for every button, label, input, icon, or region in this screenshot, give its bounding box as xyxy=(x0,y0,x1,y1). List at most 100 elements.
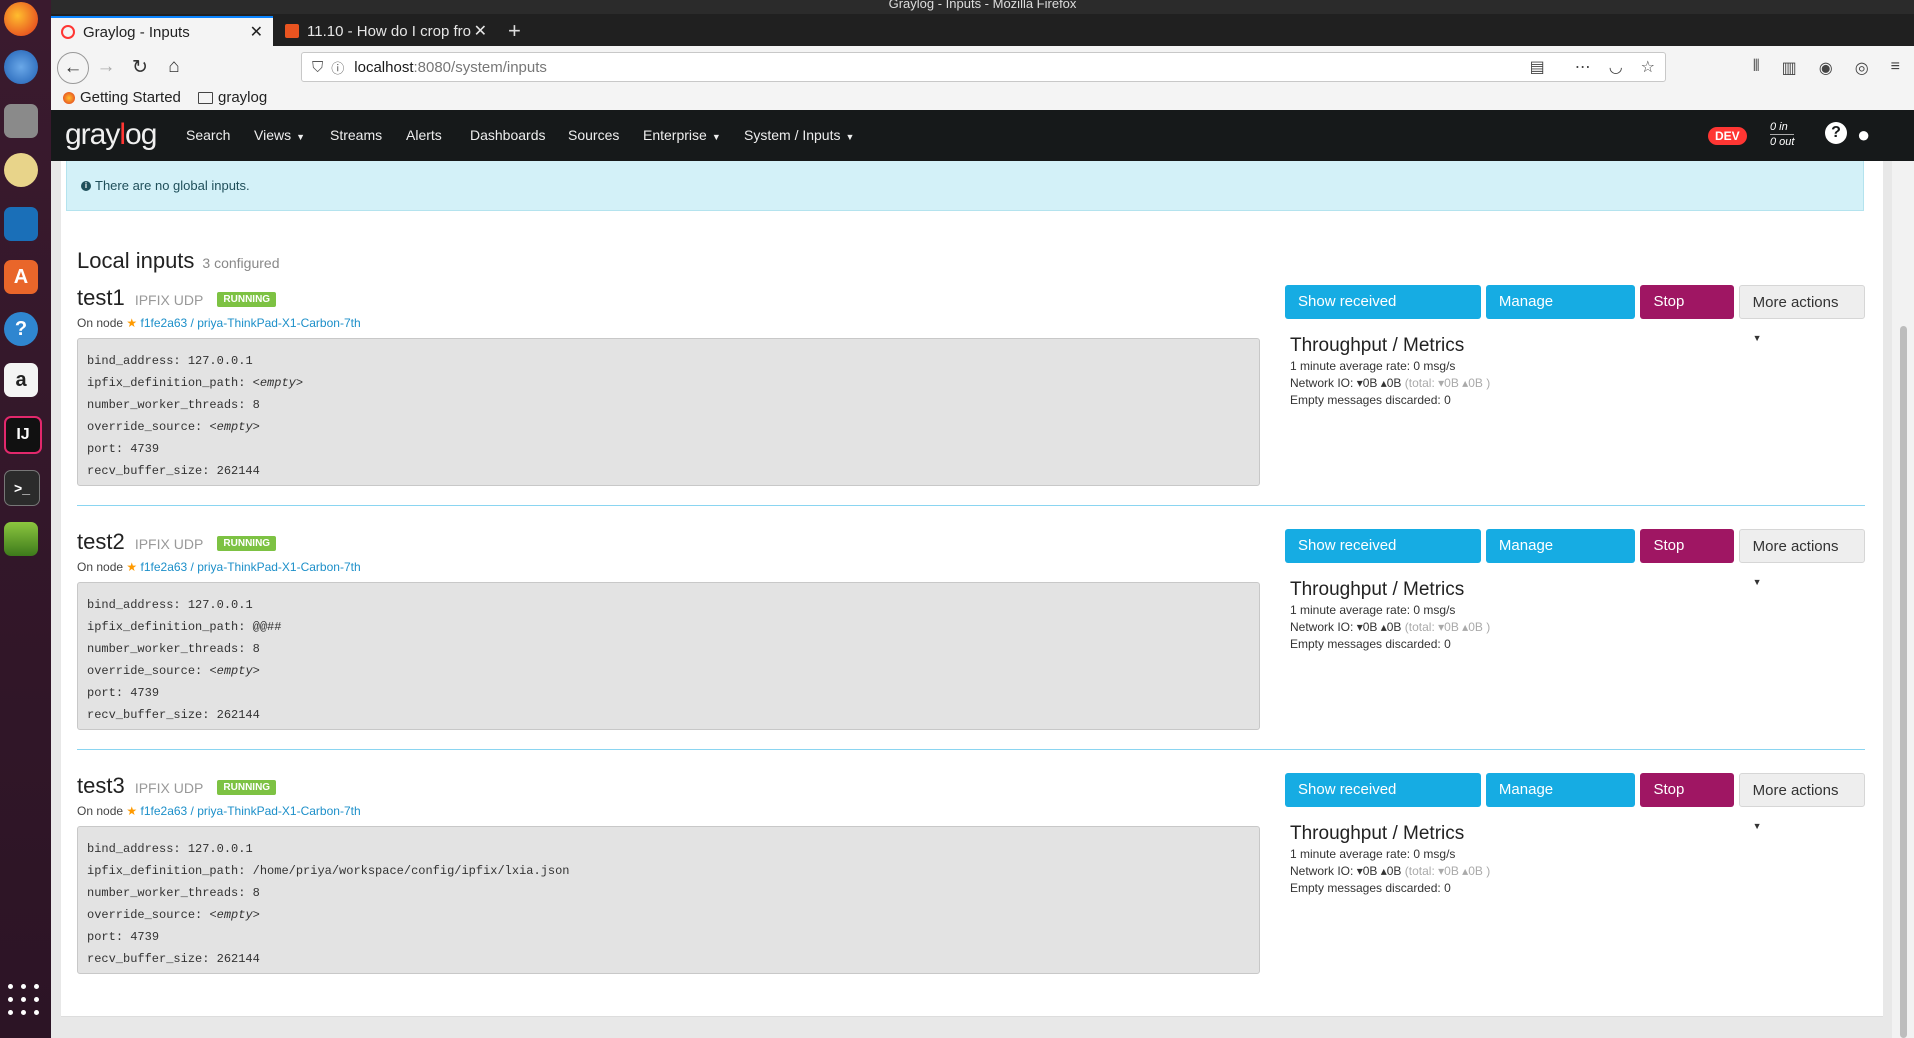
nav-search[interactable]: Search xyxy=(186,127,230,143)
config-line: port: 4739 xyxy=(87,686,160,700)
menu-icon[interactable]: ≡ xyxy=(1891,58,1900,78)
tab-label: 11.10 - How do I crop fro xyxy=(307,22,471,40)
stop-input-button[interactable]: Stop input xyxy=(1640,285,1734,344)
app-grid-icon[interactable] xyxy=(8,984,42,1018)
url-bar[interactable]: ⛉ ⓘ localhost:8080/system/inputs ▤ ⋯ ◡ ☆ xyxy=(301,52,1666,82)
tab-graylog-inputs[interactable]: Graylog - Inputs ✕ xyxy=(51,16,273,46)
info-icon[interactable]: ⓘ xyxy=(331,58,344,77)
new-tab-icon[interactable]: + xyxy=(508,18,521,44)
bookmark-folder-graylog[interactable]: graylog xyxy=(198,89,267,106)
config-line: bind_address: 127.0.0.1 xyxy=(87,354,253,368)
files-icon[interactable] xyxy=(4,104,38,138)
config-line: bind_address: 127.0.0.1 xyxy=(87,842,253,856)
graylog-favicon-icon xyxy=(61,25,75,39)
intellij-icon[interactable]: IJ xyxy=(4,416,42,454)
home-icon[interactable]: ⌂ xyxy=(159,52,189,82)
dev-badge: DEV xyxy=(1708,127,1747,145)
divider xyxy=(77,505,1865,506)
input-title: test3 IPFIX UDP RUNNING xyxy=(77,773,277,799)
back-arrow-icon[interactable]: ← xyxy=(57,52,89,84)
stop-input-button[interactable]: Stop input xyxy=(1640,773,1734,832)
sidebar-icon[interactable]: ▥ xyxy=(1782,58,1797,78)
tab-bar: Graylog - Inputs ✕ 11.10 - How do I crop… xyxy=(51,14,1914,46)
input-entry: test1 IPFIX UDP RUNNING On node ★ f1fe2a… xyxy=(77,285,1865,515)
config-box: bind_address: 127.0.0.1 ipfix_definition_… xyxy=(77,826,1260,974)
config-line: number_worker_threads: 8 xyxy=(87,642,260,656)
in-count: 0 in xyxy=(1770,120,1795,135)
user-icon[interactable]: ● xyxy=(1857,122,1870,148)
throughput-metrics: Throughput / Metrics 1 minute average ra… xyxy=(1290,823,1490,897)
folder-icon xyxy=(198,91,213,104)
empty-discarded: Empty messages discarded: 0 xyxy=(1290,637,1451,651)
manage-extractors-button[interactable]: Manage extractors xyxy=(1485,529,1636,588)
node-link[interactable]: f1fe2a63 / priya-ThinkPad-X1-Carbon-7th xyxy=(141,560,361,574)
thunderbird-icon[interactable] xyxy=(4,50,38,84)
throughput-counter[interactable]: 0 in 0 out xyxy=(1770,120,1795,149)
nav-sources[interactable]: Sources xyxy=(568,127,619,143)
extension-icon[interactable]: ◎ xyxy=(1855,58,1869,78)
stop-input-button[interactable]: Stop input xyxy=(1640,529,1734,588)
config-line: ipfix_definition_path: @@## xyxy=(87,620,282,634)
more-actions-button[interactable]: More actions ▼ xyxy=(1738,285,1865,343)
image-viewer-icon[interactable] xyxy=(4,522,38,556)
divider xyxy=(77,749,1865,750)
status-badge: RUNNING xyxy=(217,536,277,551)
config-line: port: 4739 xyxy=(87,442,160,456)
star-icon: ★ xyxy=(126,560,138,574)
node-link[interactable]: f1fe2a63 / priya-ThinkPad-X1-Carbon-7th xyxy=(141,316,361,330)
more-actions-button[interactable]: More actions ▼ xyxy=(1738,773,1865,831)
shield-icon[interactable]: ⛉ xyxy=(312,59,323,76)
input-actions: Show received messages Manage extractors… xyxy=(1285,773,1865,832)
bookmark-getting-started[interactable]: Getting Started xyxy=(63,89,181,106)
firefox-icon[interactable] xyxy=(4,2,38,36)
close-icon[interactable]: ✕ xyxy=(474,21,487,41)
nav-system-inputs[interactable]: System / Inputs ▼ xyxy=(744,127,854,143)
node-info: On node ★ f1fe2a63 / priya-ThinkPad-X1-C… xyxy=(77,804,361,818)
throughput-metrics: Throughput / Metrics 1 minute average ra… xyxy=(1290,579,1490,653)
terminal-icon[interactable]: >_ xyxy=(4,470,40,506)
ubuntu-dock: A ? a IJ >_ xyxy=(0,0,51,1038)
node-link[interactable]: f1fe2a63 / priya-ThinkPad-X1-Carbon-7th xyxy=(141,804,361,818)
caret-down-icon: ▼ xyxy=(1752,333,1762,343)
help-icon[interactable]: ? xyxy=(4,312,38,346)
writer-icon[interactable] xyxy=(4,207,38,241)
tab-askubuntu[interactable]: 11.10 - How do I crop fro ✕ xyxy=(275,16,497,46)
software-center-icon[interactable]: A xyxy=(4,260,38,294)
account-icon[interactable]: ◉ xyxy=(1819,58,1833,78)
nav-streams[interactable]: Streams xyxy=(330,127,382,143)
amazon-icon[interactable]: a xyxy=(4,363,38,397)
nav-dashboards[interactable]: Dashboards xyxy=(470,127,546,143)
show-received-messages-button[interactable]: Show received messages xyxy=(1285,285,1481,344)
rhythmbox-icon[interactable] xyxy=(4,153,38,187)
config-line: number_worker_threads: 8 xyxy=(87,398,260,412)
config-line: recv_buffer_size: 262144 xyxy=(87,952,260,966)
input-title: test2 IPFIX UDP RUNNING xyxy=(77,529,277,555)
empty-discarded: Empty messages discarded: 0 xyxy=(1290,881,1451,895)
forward-arrow-icon[interactable]: → xyxy=(91,52,121,82)
show-received-messages-button[interactable]: Show received messages xyxy=(1285,529,1481,588)
nav-views[interactable]: Views ▼ xyxy=(254,127,305,143)
show-received-messages-button[interactable]: Show received messages xyxy=(1285,773,1481,832)
library-icon[interactable]: ⫴ xyxy=(1753,58,1760,78)
graylog-logo[interactable]: graylog xyxy=(65,118,157,152)
manage-extractors-button[interactable]: Manage extractors xyxy=(1485,285,1636,344)
page-actions-icon[interactable]: ⋯ xyxy=(1575,57,1591,77)
close-icon[interactable]: ✕ xyxy=(250,22,263,42)
scrollbar-thumb[interactable] xyxy=(1900,326,1907,1038)
config-box: bind_address: 127.0.0.1 ipfix_definition_… xyxy=(77,338,1260,486)
pocket-icon[interactable]: ◡ xyxy=(1609,57,1623,77)
help-icon[interactable]: ? xyxy=(1825,122,1847,144)
manage-extractors-button[interactable]: Manage extractors xyxy=(1485,773,1636,832)
bookmarks-bar: Getting Started graylog xyxy=(51,88,1914,111)
more-actions-button[interactable]: More actions ▼ xyxy=(1738,529,1865,587)
input-entry: test3 IPFIX UDP RUNNING On node ★ f1fe2a… xyxy=(77,773,1865,1003)
nav-alerts[interactable]: Alerts xyxy=(406,127,442,143)
nav-enterprise[interactable]: Enterprise ▼ xyxy=(643,127,721,143)
input-type: IPFIX UDP xyxy=(134,536,204,552)
url-host: localhost xyxy=(354,58,414,76)
info-icon: i xyxy=(81,180,91,191)
avg-rate: 1 minute average rate: 0 msg/s xyxy=(1290,847,1456,861)
bookmark-star-icon[interactable]: ☆ xyxy=(1641,57,1655,77)
reload-icon[interactable]: ↻ xyxy=(125,52,155,82)
reader-view-icon[interactable]: ▤ xyxy=(1530,57,1545,77)
